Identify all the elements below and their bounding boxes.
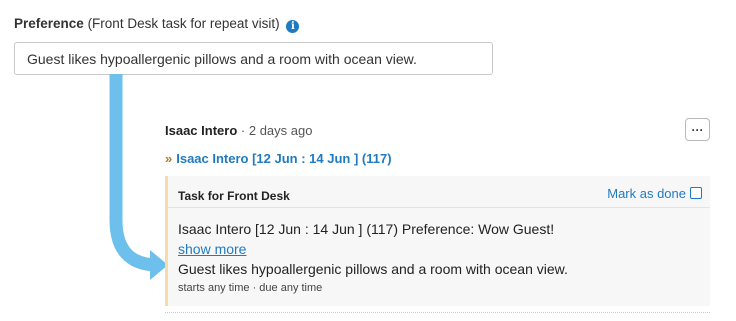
entry-bottom-divider: [165, 312, 710, 313]
reference-chevron-icon: »: [165, 151, 173, 166]
task-preference-text: Guest likes hypoallergenic pillows and a…: [178, 261, 568, 277]
task-description: Isaac Intero [12 Jun : 14 Jun ] (117) Pr…: [178, 221, 555, 237]
flow-arrow-line: [109, 74, 159, 272]
show-more-link[interactable]: show more: [178, 241, 246, 257]
more-actions-button[interactable]: ···: [685, 118, 710, 141]
task-card: Task for Front Desk Mark as done Isaac I…: [165, 176, 710, 306]
preference-label: Preference (Front Desk task for repeat v…: [14, 16, 300, 33]
info-icon[interactable]: i: [286, 20, 300, 33]
entry-author-line: Isaac Intero · 2 days ago: [165, 123, 312, 138]
author-name[interactable]: Isaac Intero: [165, 123, 237, 138]
task-title: Task for Front Desk: [178, 189, 290, 203]
meta-separator: ·: [240, 123, 246, 138]
entry-timestamp: 2 days ago: [248, 123, 313, 138]
preference-label-note: (Front Desk task for repeat visit): [87, 16, 280, 31]
entry-reference: » Isaac Intero [12 Jun : 14 Jun ] (117): [165, 151, 392, 166]
mark-as-done-button[interactable]: Mark as done: [607, 186, 702, 201]
task-body: Isaac Intero [12 Jun : 14 Jun ] (117) Pr…: [178, 219, 568, 279]
task-schedule: starts any time · due any time: [178, 282, 323, 294]
mark-as-done-label[interactable]: Mark as done: [607, 186, 686, 201]
preference-label-title: Preference: [14, 16, 84, 31]
preference-input[interactable]: [14, 42, 493, 75]
done-checkbox[interactable]: [690, 187, 702, 199]
reservation-link[interactable]: Isaac Intero [12 Jun : 14 Jun ] (117): [176, 151, 391, 166]
task-divider: [168, 207, 710, 208]
